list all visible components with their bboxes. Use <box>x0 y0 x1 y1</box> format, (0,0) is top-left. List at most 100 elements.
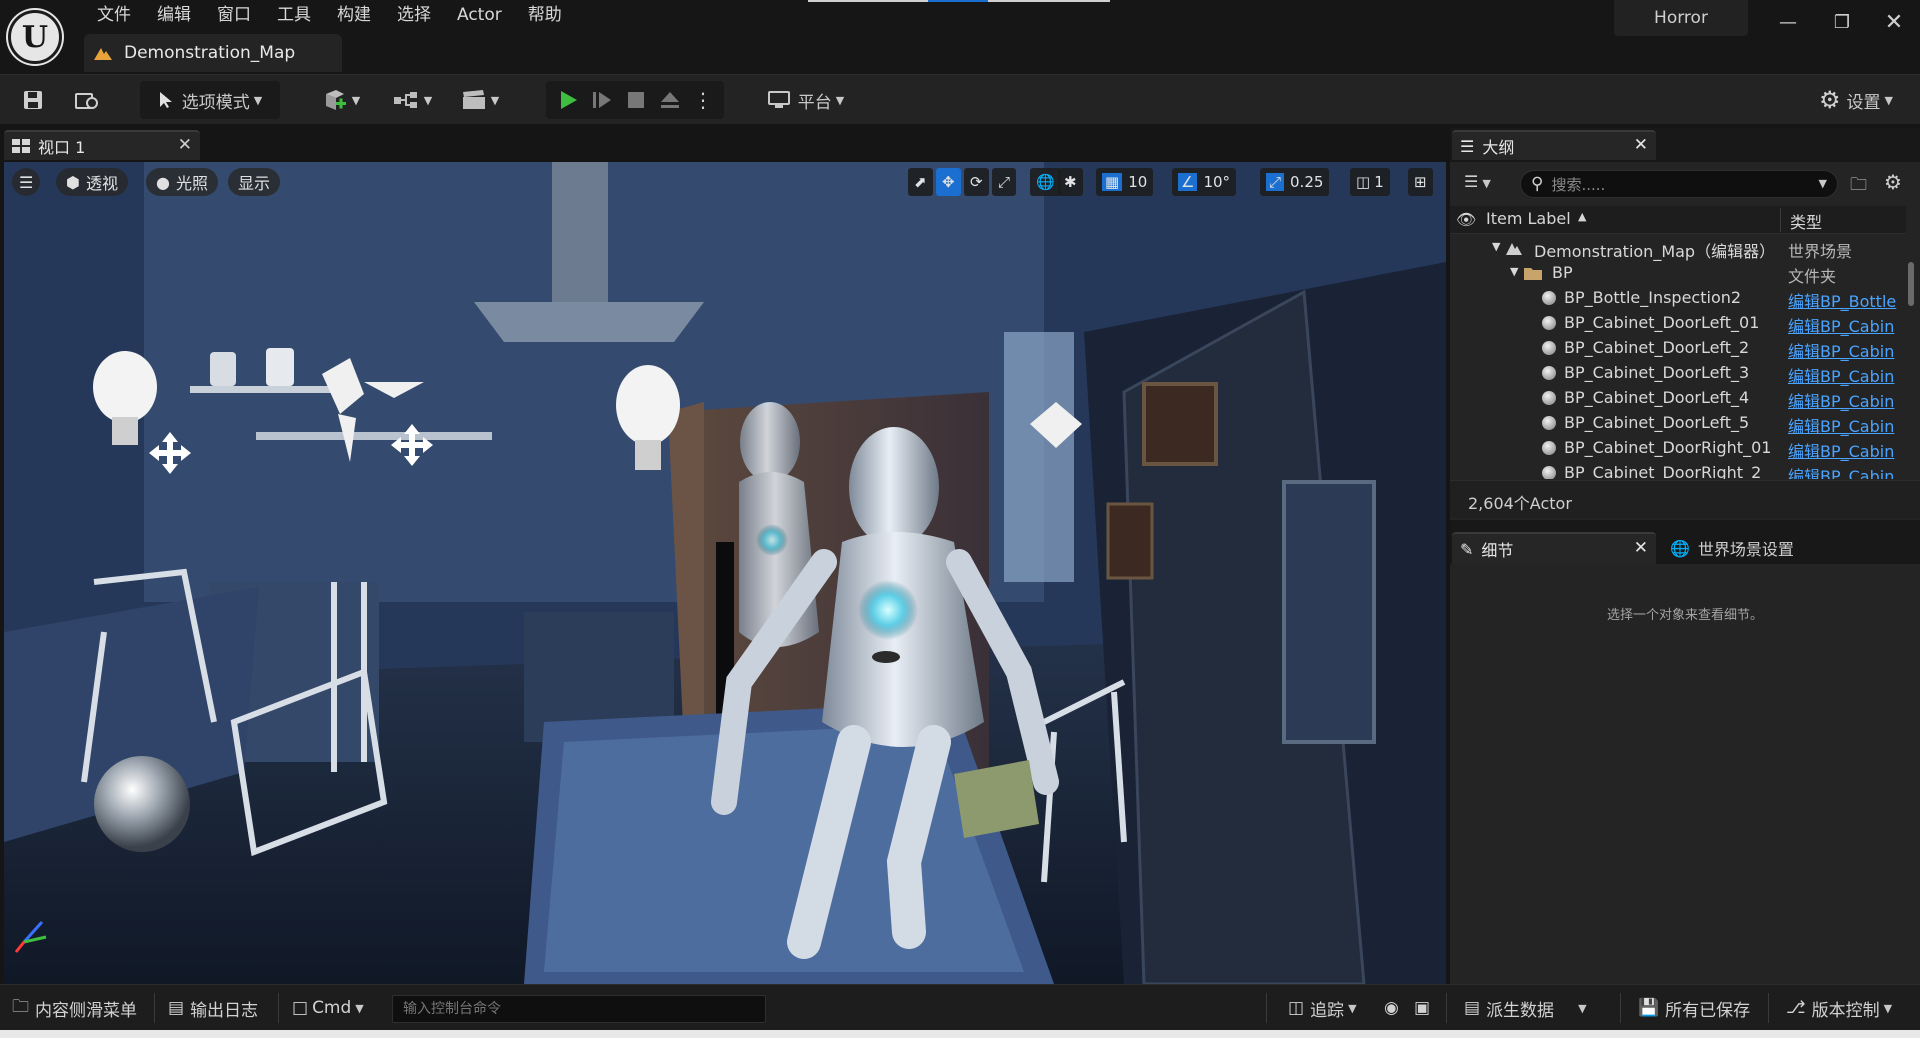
rotation-snap-toggle[interactable]: ∠ 10° <box>1172 168 1237 196</box>
menu-tools[interactable]: 工具 <box>264 4 324 28</box>
row-type-link[interactable]: 编辑BP_Cabin <box>1788 338 1894 362</box>
world-local-icon[interactable]: 🌐 <box>1030 168 1061 196</box>
outliner-scrollbar[interactable] <box>1908 262 1914 306</box>
restore-icon[interactable]: ❐ <box>1822 8 1862 36</box>
play-icon[interactable] <box>552 81 584 119</box>
close-icon[interactable]: ✕ <box>1634 135 1648 155</box>
cinematics-button[interactable]: ▼ <box>454 81 506 119</box>
menu-actor[interactable]: Actor <box>444 4 515 28</box>
minimize-icon[interactable]: — <box>1768 8 1808 36</box>
close-icon[interactable]: ✕ <box>1634 538 1648 558</box>
camera-speed-button[interactable]: ◫ 1 <box>1350 168 1390 196</box>
expand-arrow-icon[interactable]: ▼ <box>1510 265 1518 278</box>
outliner-search-input[interactable]: ⚲ 搜索..... ▼ <box>1520 170 1838 198</box>
col-type[interactable]: 类型 <box>1790 209 1822 233</box>
blueprint-button[interactable]: ▼ <box>386 81 438 119</box>
level-icon <box>94 48 112 60</box>
col-item-label[interactable]: Item Label <box>1486 209 1571 228</box>
level-viewport[interactable]: ☰ ⬢ 透视 ● 光照 显示 ⬈ ✥ ⟳ ⤢ 🌐 ✱ ▦ 10 ∠ 10° ⤢ … <box>4 162 1446 984</box>
screenshot-icon[interactable]: ▣ <box>1414 985 1430 1031</box>
row-name: BP_Cabinet_DoorLeft_4 <box>1564 388 1750 407</box>
taskbar-strip <box>0 1030 1920 1038</box>
unreal-logo-icon[interactable]: U <box>8 10 62 64</box>
mode-selector[interactable]: 选项模式 ▼ <box>140 81 280 119</box>
play-options-icon[interactable]: ⋮ <box>688 81 718 119</box>
add-actor-button[interactable]: ▼ <box>316 81 366 119</box>
tree-row-actor[interactable]: BP_Cabinet_DoorRight_01 编辑BP_Cabin <box>1450 436 1906 461</box>
menu-edit[interactable]: 编辑 <box>144 4 204 28</box>
eject-icon[interactable] <box>654 81 686 119</box>
source-control-button[interactable]: ⎇ 版本控制 ▼ <box>1786 985 1892 1031</box>
trace-button[interactable]: ◫ 追踪 ▼ <box>1288 985 1357 1031</box>
filter-icon[interactable]: ☰ ▼ <box>1464 172 1491 191</box>
row-type-link[interactable]: 编辑BP_Cabin <box>1788 313 1894 337</box>
surface-snap-icon[interactable]: ✱ <box>1058 168 1083 196</box>
list-icon: ☰ <box>1460 136 1475 156</box>
console-command-input[interactable] <box>392 995 766 1023</box>
row-type-link[interactable]: 编辑BP_Cabin <box>1788 438 1894 462</box>
record-icon[interactable]: ◉ <box>1384 985 1399 1031</box>
expand-arrow-icon[interactable]: ▼ <box>1492 240 1500 253</box>
derived-data-label: 派生数据 <box>1486 1000 1555 1021</box>
browse-content-icon[interactable] <box>70 81 104 119</box>
tree-row-folder[interactable]: ▼ BP 文件夹 <box>1450 261 1906 286</box>
platform-icon <box>767 91 790 108</box>
chevron-down-icon[interactable]: ▼ <box>1819 177 1827 190</box>
grid-snap-toggle[interactable]: ▦ 10 <box>1096 168 1154 196</box>
row-type-link[interactable]: 编辑BP_Cabin <box>1788 413 1894 437</box>
menu-select[interactable]: 选择 <box>384 4 444 28</box>
blueprint-actor-icon <box>1542 466 1556 479</box>
tree-row-actor[interactable]: BP_Cabinet_DoorLeft_3 编辑BP_Cabin <box>1450 361 1906 386</box>
menu-window[interactable]: 窗口 <box>204 4 264 28</box>
tab-world-settings[interactable]: 🌐 世界场景设置 <box>1660 532 1880 564</box>
log-icon: ▤ <box>168 998 185 1018</box>
row-type-link[interactable]: 编辑BP_Cabin <box>1788 388 1894 412</box>
stop-icon[interactable] <box>620 81 652 119</box>
tree-row-actor[interactable]: BP_Cabinet_DoorLeft_2 编辑BP_Cabin <box>1450 336 1906 361</box>
tree-row-actor[interactable]: BP_Cabinet_DoorLeft_4 编辑BP_Cabin <box>1450 386 1906 411</box>
row-type-link[interactable]: 编辑BP_Cabin <box>1788 463 1894 479</box>
visibility-eye-icon[interactable]: 👁 <box>1456 210 1476 229</box>
tree-row-actor[interactable]: BP_Cabinet_DoorLeft_01 编辑BP_Cabin <box>1450 311 1906 336</box>
cmd-dropdown[interactable]: □ Cmd ▼ <box>292 985 364 1031</box>
tree-row-actor[interactable]: BP_Cabinet_DoorRight_2 编辑BP_Cabin <box>1450 461 1906 479</box>
tab-viewport-1[interactable]: 视口 1 ✕ <box>4 130 200 160</box>
menu-build[interactable]: 构建 <box>324 4 384 28</box>
tab-level-map[interactable]: Demonstration_Map <box>84 34 342 72</box>
rotation-snap-value: 10° <box>1203 173 1231 191</box>
tree-row-actor[interactable]: BP_Bottle_Inspection2 编辑BP_Bottle <box>1450 286 1906 311</box>
show-button[interactable]: 显示 <box>228 168 281 196</box>
lighting-button[interactable]: ● 光照 <box>146 168 218 196</box>
platform-button[interactable]: 平台 ▼ <box>760 81 850 119</box>
rotate-tool-icon[interactable]: ⟳ <box>964 168 989 196</box>
menu-help[interactable]: 帮助 <box>515 4 575 28</box>
translate-tool-icon[interactable]: ✥ <box>936 168 961 196</box>
tab-outliner[interactable]: ☰ 大纲 ✕ <box>1452 130 1656 160</box>
camera-icon: ◫ <box>1356 173 1371 191</box>
content-drawer-button[interactable]: 🗀 内容侧滑菜单 <box>12 985 137 1031</box>
add-folder-icon[interactable]: 🗀 <box>1850 172 1867 201</box>
status-bar: 🗀 内容侧滑菜单 ▤ 输出日志 □ Cmd ▼ ◫ 追踪 ▼ ◉ ▣ ▤ 派生数… <box>0 984 1920 1030</box>
close-icon[interactable]: ✕ <box>178 135 192 155</box>
tab-details[interactable]: ✎ 细节 ✕ <box>1452 532 1656 564</box>
save-all-button[interactable]: 💾 所有已保存 <box>1638 985 1750 1031</box>
gear-icon[interactable]: ⚙ <box>1884 170 1902 194</box>
row-type-link[interactable]: 编辑BP_Bottle <box>1788 288 1896 312</box>
perspective-button[interactable]: ⬢ 透视 <box>56 168 128 196</box>
tree-row-map[interactable]: ▼ Demonstration_Map（编辑器） 世界场景 <box>1450 236 1906 261</box>
row-type-link[interactable]: 编辑BP_Cabin <box>1788 363 1894 387</box>
menu-file[interactable]: 文件 <box>84 4 144 28</box>
select-tool-icon[interactable]: ⬈ <box>908 168 933 196</box>
scale-tool-icon[interactable]: ⤢ <box>992 168 1017 196</box>
blueprint-actor-icon <box>1542 391 1556 405</box>
derived-data-button[interactable]: ▤ 派生数据 ▼ <box>1464 985 1587 1031</box>
settings-button[interactable]: ⚙ 设置 ▼ <box>1808 81 1904 119</box>
scale-snap-toggle[interactable]: ⤢ 0.25 <box>1260 168 1330 196</box>
tree-row-actor[interactable]: BP_Cabinet_DoorLeft_5 编辑BP_Cabin <box>1450 411 1906 436</box>
output-log-button[interactable]: ▤ 输出日志 <box>168 985 258 1031</box>
close-window-icon[interactable]: ✕ <box>1874 8 1914 36</box>
save-icon[interactable] <box>16 81 50 119</box>
viewport-layout-icon[interactable]: ⊞ <box>1408 168 1433 196</box>
row-name: BP_Cabinet_DoorLeft_01 <box>1564 313 1760 332</box>
advance-frame-icon[interactable] <box>586 81 618 119</box>
